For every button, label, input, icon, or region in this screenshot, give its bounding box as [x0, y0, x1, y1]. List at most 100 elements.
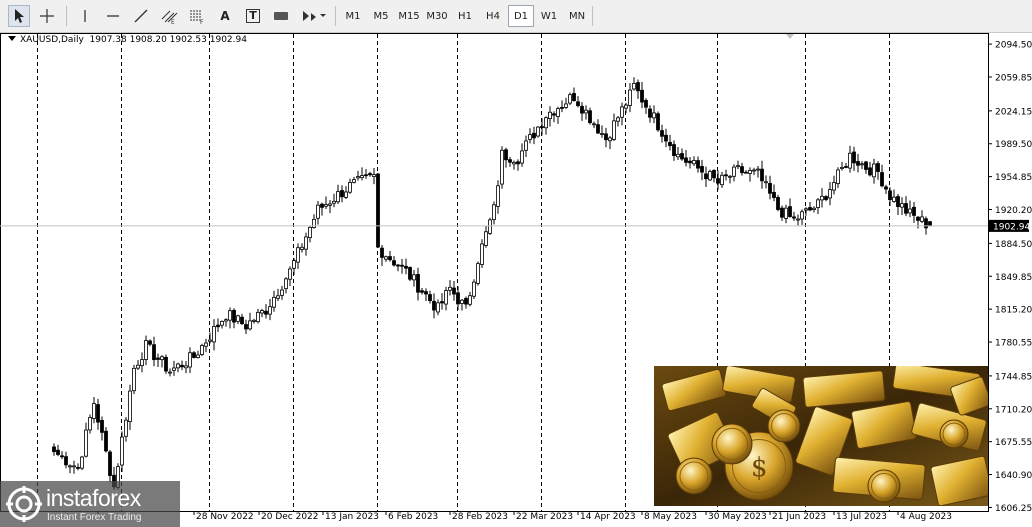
candle-body — [800, 211, 804, 220]
candle-body — [832, 182, 836, 191]
candle-body — [472, 281, 476, 297]
candle-2023-06-20 — [764, 175, 768, 189]
candle-2023-02-23 — [432, 293, 436, 319]
candle-2022-11-02 — [108, 450, 112, 482]
candle-2023-07-19 — [848, 145, 852, 173]
candle-body — [512, 161, 516, 165]
candle-body — [492, 204, 496, 220]
candle-body — [776, 197, 780, 210]
horizontal-line-tool-button[interactable] — [102, 5, 124, 27]
candle-body — [468, 295, 472, 305]
ohlc-values: 1907.38 1908.20 1902.53 1902.94 — [89, 35, 247, 45]
shapes-tool-button[interactable] — [270, 5, 292, 27]
timeframe-w1[interactable]: W1 — [536, 5, 562, 27]
candle-2023-05-04 — [632, 77, 636, 91]
candle-body — [672, 144, 676, 156]
candle-2023-05-29 — [700, 159, 704, 181]
toolbar-separator — [592, 6, 593, 26]
candle-body — [768, 183, 772, 194]
trendline-icon — [134, 9, 148, 23]
candle-body — [392, 260, 396, 266]
candle-body — [792, 216, 796, 219]
candle-2022-11-22 — [164, 354, 168, 374]
candle-2023-06-26 — [780, 205, 784, 221]
vertical-line-tool-button[interactable] — [74, 5, 96, 27]
candle-2023-07-14 — [836, 167, 840, 188]
text-tool-button[interactable]: A — [214, 5, 236, 27]
candle-body — [864, 161, 868, 170]
candle-body — [524, 140, 528, 151]
candle-body — [212, 326, 216, 343]
candle-2023-03-03 — [456, 286, 460, 311]
date-label: 21 Jun 2023 — [772, 512, 826, 522]
candle-2023-03-14 — [484, 225, 488, 248]
timeframe-m15[interactable]: M15 — [396, 5, 422, 27]
candle-body — [612, 120, 616, 140]
candle-body — [316, 204, 320, 219]
candle-2023-01-31 — [364, 168, 368, 179]
candle-body — [296, 247, 300, 263]
candle-2023-01-06 — [296, 243, 300, 269]
candle-body — [704, 173, 708, 180]
candle-body — [188, 352, 192, 368]
candle-2023-02-01 — [368, 171, 372, 177]
candle-body — [828, 189, 832, 199]
candle-body — [144, 340, 148, 360]
candle-2023-02-13 — [400, 259, 404, 274]
candle-2022-12-19 — [240, 313, 244, 325]
candle-2023-02-22 — [428, 290, 432, 304]
symbol-info: XAUUSD,Daily 1907.38 1908.20 1902.53 190… — [8, 35, 247, 45]
candle-body — [600, 133, 604, 135]
date-label: 30 May 2023 — [708, 512, 767, 522]
candle-2023-01-26 — [352, 176, 356, 184]
timeframe-h4[interactable]: H4 — [480, 5, 506, 27]
candle-body — [236, 315, 240, 322]
candle-2022-12-09 — [216, 318, 220, 333]
text-label-tool-button[interactable]: T — [242, 5, 264, 27]
candle-2023-06-28 — [788, 198, 792, 218]
trendline-tool-button[interactable] — [130, 5, 152, 27]
candle-2023-07-24 — [860, 161, 864, 170]
arrows-icon — [303, 11, 326, 21]
candle-2022-11-21 — [160, 355, 164, 368]
candle-2023-06-12 — [740, 162, 744, 176]
candle-body — [848, 152, 852, 169]
equidistant-channel-tool-button[interactable]: E — [158, 5, 180, 27]
cursor-tool-button[interactable] — [8, 5, 30, 27]
candle-body — [456, 292, 460, 305]
chart-area[interactable]: 2094.50 2059.85 2024.15 1989.50 1954.85 1920.… — [0, 33, 1032, 527]
timeframe-m5[interactable]: M5 — [368, 5, 394, 27]
candle-2023-01-20 — [336, 184, 340, 205]
fibonacci-tool-button[interactable]: F — [186, 5, 208, 27]
candle-2023-02-16 — [412, 270, 416, 287]
crosshair-tool-button[interactable] — [36, 5, 58, 27]
arrows-tool-button[interactable] — [298, 5, 328, 27]
candle-body — [540, 126, 544, 128]
candle-2022-10-13 — [52, 443, 56, 456]
timeframe-m1[interactable]: M1 — [340, 5, 366, 27]
timeframe-m30[interactable]: M30 — [424, 5, 450, 27]
candle-body — [376, 173, 380, 248]
candle-body — [96, 404, 100, 423]
candle-2023-07-26 — [868, 161, 872, 177]
timeframe-h1[interactable]: H1 — [452, 5, 478, 27]
candle-2022-10-31 — [100, 416, 104, 441]
candle-2023-05-11 — [652, 105, 656, 124]
candle-body — [484, 231, 488, 246]
candle-body — [440, 301, 444, 304]
candle-body — [276, 295, 280, 299]
price-label: 1920.20 — [995, 206, 1032, 216]
candle-2022-10-17 — [60, 451, 64, 460]
candle-body — [348, 182, 352, 193]
candle-2022-11-30 — [188, 347, 192, 373]
date-label: 8 May 2023 — [644, 512, 697, 522]
timeframe-mn[interactable]: MN — [564, 5, 590, 27]
candle-2023-07-10 — [820, 188, 824, 208]
candle-body — [344, 191, 348, 198]
toolbar: E F A T M1 M5 M15 M30 H1 H4 D1 W1 MN — [0, 0, 1032, 33]
timeframe-d1[interactable]: D1 — [508, 5, 534, 27]
candle-body — [620, 106, 624, 118]
candle-body — [356, 176, 360, 179]
candle-body — [660, 130, 664, 137]
candle-body — [240, 316, 244, 324]
